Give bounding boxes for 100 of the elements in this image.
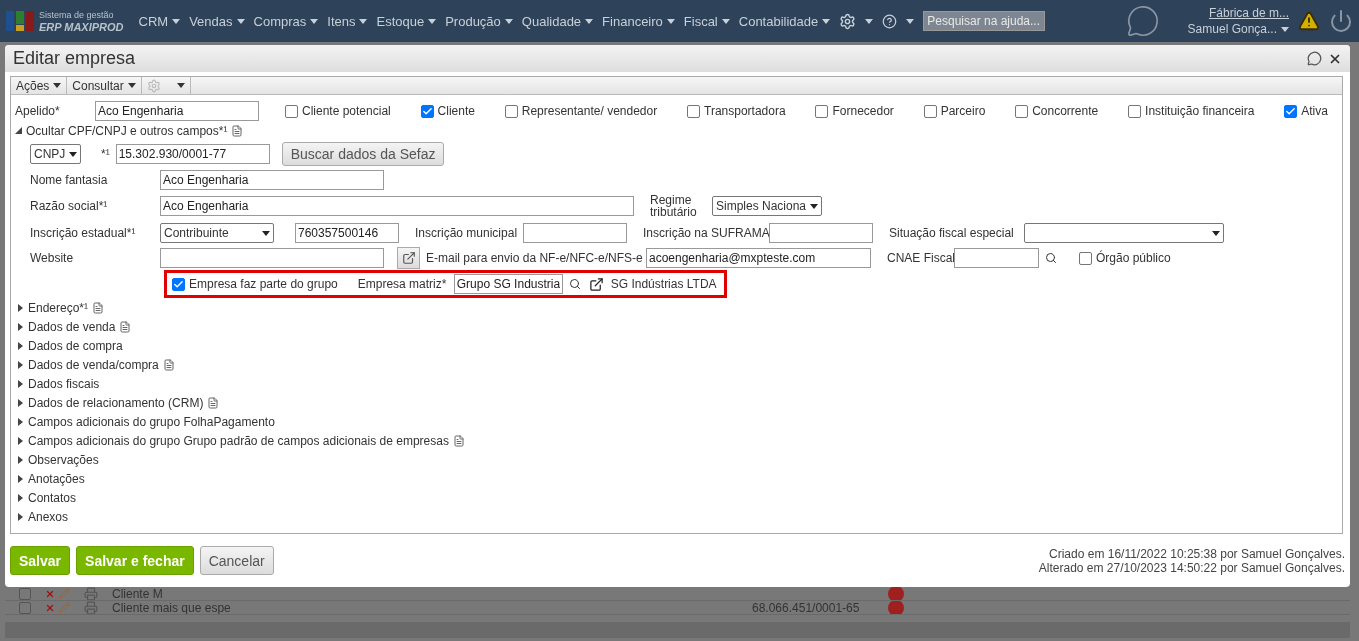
field-label: Inscrição na SUFRAMA xyxy=(643,226,769,240)
check-icon xyxy=(173,278,184,290)
text-field[interactable]: Grupo SG Industria xyxy=(453,274,563,294)
open-link-icon[interactable] xyxy=(588,276,604,292)
role-checkbox[interactable]: Cliente potencial xyxy=(285,104,391,118)
role-checkbox[interactable]: Transportadora xyxy=(687,104,786,118)
section-header[interactable]: Dados de venda/compra xyxy=(15,355,1338,374)
section-header[interactable]: Anotações xyxy=(15,469,1338,488)
required-mark: *¹ xyxy=(101,147,110,161)
logo-subtitle: Sistema de gestão xyxy=(39,9,115,21)
row-checkbox[interactable] xyxy=(19,601,31,614)
field-label: Nome fantasia xyxy=(30,173,109,187)
role-checkbox[interactable]: Ativa xyxy=(1284,104,1328,118)
menu-item[interactable]: Compras xyxy=(253,13,319,29)
note-icon[interactable] xyxy=(231,124,244,137)
sefaz-button[interactable]: Buscar dados da Sefaz xyxy=(281,142,445,166)
section-header[interactable]: Dados de venda xyxy=(15,317,1338,336)
menu-item[interactable]: Contabilidade xyxy=(738,13,831,29)
menu-item[interactable]: CRM xyxy=(138,13,181,29)
field-label: Inscrição estadual*¹ xyxy=(30,226,137,240)
logo-title: ERP MAXIPROD xyxy=(39,21,124,33)
section-header[interactable]: Contatos xyxy=(15,488,1338,507)
status-dot xyxy=(888,587,904,600)
regime-select[interactable]: Simples Naciona xyxy=(712,196,822,216)
table-cell-text: Cliente mais que espe xyxy=(112,601,232,614)
warning-icon[interactable] xyxy=(1298,10,1320,32)
open-link-button[interactable] xyxy=(397,247,420,269)
text-field[interactable] xyxy=(523,223,627,243)
audit-text: Criado em 16/11/2022 10:25:38 por Samuel Gonçalves. xyxy=(1049,546,1345,561)
section-header[interactable]: Campos adicionais do grupo FolhaPagamento xyxy=(15,412,1338,431)
menu-item[interactable]: Itens xyxy=(327,13,368,29)
help-icon[interactable] xyxy=(882,13,898,29)
section-header[interactable]: Observações xyxy=(15,450,1338,469)
menu-item[interactable]: Qualidade xyxy=(521,13,594,29)
menu-item[interactable]: Fiscal xyxy=(683,13,730,29)
chat-icon[interactable] xyxy=(1125,4,1160,38)
role-checkbox[interactable]: Instituição financeira xyxy=(1128,104,1255,118)
check-icon xyxy=(1285,105,1297,117)
section-header[interactable]: Anexos xyxy=(15,507,1338,526)
role-checkbox[interactable]: Cliente xyxy=(420,104,475,118)
text-field[interactable]: Aco Engenharia xyxy=(160,196,634,216)
toolbar-menu-button[interactable]: Consultar xyxy=(67,77,142,94)
text-field[interactable]: Aco Engenharia xyxy=(95,101,259,121)
note-icon[interactable] xyxy=(207,396,220,409)
check-icon xyxy=(421,105,433,117)
note-icon[interactable] xyxy=(452,434,465,447)
menu-item[interactable]: Produção xyxy=(445,13,513,29)
table-cell-text: Cliente M xyxy=(112,587,164,600)
menu-item[interactable]: Estoque xyxy=(376,13,437,29)
section-header[interactable]: Endereço*¹ xyxy=(15,298,1338,317)
comment-icon[interactable] xyxy=(1307,51,1322,66)
field-label: E-mail para envio da NF-e/NFC-e/NFS-e xyxy=(426,251,644,265)
fiscal-situation-select[interactable] xyxy=(1024,223,1224,243)
section-header[interactable]: Dados fiscais xyxy=(15,374,1338,393)
cancel-button[interactable]: Cancelar xyxy=(199,546,274,575)
table-cell-text: 68.066.451/0001-65 xyxy=(752,601,861,614)
parent-company-name: SG Indústrias LTDA xyxy=(610,277,717,291)
note-icon[interactable] xyxy=(92,301,105,314)
field-label: Situação fiscal especial xyxy=(889,226,1015,240)
field-label: CNAE Fiscal xyxy=(887,251,954,265)
search-icon[interactable] xyxy=(1045,252,1057,264)
taxpayer-select[interactable]: Contribuinte xyxy=(160,223,274,243)
note-icon[interactable] xyxy=(119,320,132,333)
power-icon[interactable] xyxy=(1329,9,1353,33)
menu-item[interactable]: Financeiro xyxy=(602,13,675,29)
search-icon[interactable] xyxy=(568,278,581,290)
section-header[interactable]: Dados de relacionamento (CRM) xyxy=(15,393,1338,412)
help-search-field[interactable]: Pesquisar na ajuda... xyxy=(923,11,1046,31)
settings-icon[interactable] xyxy=(839,12,857,30)
toolbar-menu-button[interactable]: Ações xyxy=(11,77,68,94)
field-label: Empresa matriz* xyxy=(357,277,448,291)
section-header[interactable]: Dados de compra xyxy=(15,336,1338,355)
text-field[interactable] xyxy=(954,248,1039,268)
field-label: Website xyxy=(30,251,75,265)
text-field[interactable]: Aco Engenharia xyxy=(160,170,384,190)
section-toggle[interactable]: Ocultar CPF/CNPJ e outros campos*¹ xyxy=(15,123,244,138)
role-checkbox[interactable]: Fornecedor xyxy=(815,104,894,118)
group-checkbox[interactable]: Empresa faz parte do grupo xyxy=(172,277,338,291)
field-label: Razão social*¹ xyxy=(30,199,109,213)
role-checkbox[interactable]: Concorrente xyxy=(1015,104,1099,118)
section-header[interactable]: Campos adicionais do grupo Grupo padrão de campos adicionais de empresas xyxy=(15,431,1338,450)
logo-icon xyxy=(6,10,34,32)
document-field[interactable]: 15.302.930/0001-77 xyxy=(115,144,270,164)
row-checkbox[interactable] xyxy=(19,587,31,600)
text-field[interactable]: 760357500146 xyxy=(295,223,399,243)
status-dot xyxy=(888,601,904,614)
company-link[interactable]: Fábrica de m... xyxy=(1208,5,1289,21)
external-link-icon xyxy=(401,251,416,265)
note-icon[interactable] xyxy=(162,358,175,371)
menu-item[interactable]: Vendas xyxy=(189,13,245,29)
document-type-select[interactable]: CNPJ xyxy=(30,144,81,164)
text-field[interactable] xyxy=(769,223,873,243)
dialog-title: Editar empresa xyxy=(13,48,136,69)
role-checkbox[interactable]: Parceiro xyxy=(923,104,986,118)
public-agency-checkbox[interactable]: Órgão público xyxy=(1079,251,1171,265)
role-checkbox[interactable]: Representante/ vendedor xyxy=(504,104,658,118)
field-label: Apelido* xyxy=(15,104,61,118)
text-field[interactable]: acoengenharia@mxpteste.com xyxy=(646,248,871,268)
user-menu[interactable]: Samuel Gonça... xyxy=(1187,21,1289,37)
text-field[interactable] xyxy=(160,248,384,268)
